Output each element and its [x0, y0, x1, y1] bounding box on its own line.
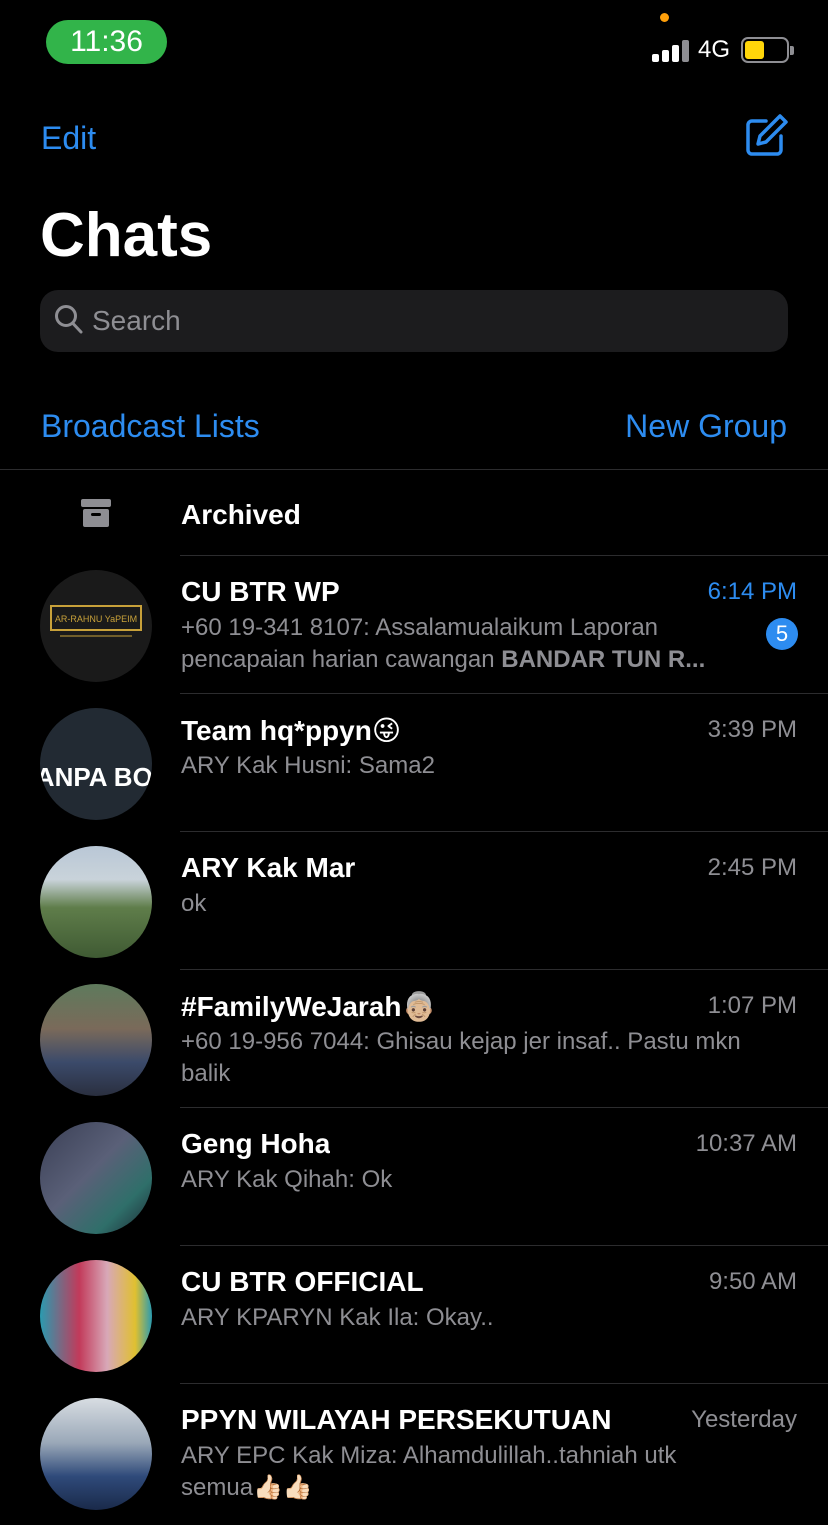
chat-time: 3:39 PM: [707, 716, 797, 743]
search-bar[interactable]: [40, 290, 788, 352]
avatar: [40, 1398, 152, 1510]
chat-preview: ARY Kak Husni: Sama2: [181, 752, 435, 779]
broadcast-lists-link[interactable]: Broadcast Lists: [41, 408, 260, 445]
chat-name: Geng Hoha: [181, 1128, 331, 1159]
compose-icon[interactable]: [742, 112, 790, 160]
page-title: Chats: [40, 201, 213, 270]
chat-name: CU BTR OFFICIAL: [181, 1266, 424, 1297]
chat-time: 6:14 PM: [707, 578, 797, 605]
chat-name: #FamilyWeJarah👵🏼: [181, 991, 437, 1022]
archived-row[interactable]: Archived: [0, 470, 828, 556]
avatar: [40, 846, 152, 958]
chat-name: ARY Kak Mar: [181, 852, 356, 883]
chat-time: Yesterday: [691, 1406, 797, 1433]
chat-name: Team hq*ppyn😜: [181, 715, 402, 746]
search-input[interactable]: [92, 290, 772, 352]
chat-preview: +60 19-956 7044: Ghisau kejap jer insaf.…: [181, 1028, 741, 1087]
chat-row[interactable]: Geng Hoha 10:37 AM ARY Kak Qihah: Ok: [0, 1108, 828, 1246]
status-time: 11:36: [46, 20, 167, 64]
edit-button[interactable]: Edit: [41, 120, 96, 157]
chat-preview: ARY Kak Qihah: Ok: [181, 1166, 393, 1193]
chat-preview: +60 19-341 8107: Assalamualaikum Laporan…: [181, 614, 706, 673]
avatar-logo-text: AR-RAHNU YaPEIM: [55, 614, 137, 624]
network-type: 4G: [698, 36, 731, 63]
chat-preview: ARY EPC Kak Miza: Alhamdulillah..tahniah…: [181, 1442, 677, 1501]
chat-row[interactable]: AR-RAHNU YaPEIM CU BTR WP 6:14 PM +60 19…: [0, 556, 828, 694]
chat-row[interactable]: PPYN WILAYAH PERSEKUTUAN Yesterday ARY E…: [0, 1384, 828, 1522]
chat-row[interactable]: TANPA BOS Team hq*ppyn😜 3:39 PM ARY Kak …: [0, 694, 828, 832]
archived-label: Archived: [181, 499, 301, 530]
chat-row[interactable]: CU BTR OFFICIAL 9:50 AM ARY KPARYN Kak I…: [0, 1246, 828, 1384]
search-icon: [55, 305, 83, 334]
signal-icon: [652, 40, 690, 62]
chat-time: 10:37 AM: [695, 1130, 797, 1157]
chat-time: 1:07 PM: [707, 992, 797, 1019]
chat-preview: ok: [181, 890, 207, 917]
chat-time: 2:45 PM: [707, 854, 797, 881]
avatar: TANPA BOS: [40, 708, 152, 820]
battery-icon: [741, 37, 794, 63]
chat-name: CU BTR WP: [181, 576, 340, 607]
new-group-link[interactable]: New Group: [625, 408, 787, 445]
chat-row[interactable]: ARY Kak Mar 2:45 PM ok: [0, 832, 828, 970]
chat-preview: ARY KPARYN Kak Ila: Okay..: [181, 1304, 494, 1331]
avatar: [40, 1122, 152, 1234]
avatar: [40, 1260, 152, 1372]
avatar-logo-text: TANPA BOS: [40, 762, 152, 792]
chat-name: PPYN WILAYAH PERSEKUTUAN: [181, 1404, 612, 1435]
chat-row[interactable]: #FamilyWeJarah👵🏼 1:07 PM +60 19-956 7044…: [0, 970, 828, 1108]
status-bar: 11:36 4G: [0, 0, 828, 90]
avatar: AR-RAHNU YaPEIM: [40, 570, 152, 682]
avatar: [40, 984, 152, 1096]
unread-badge: 5: [766, 618, 798, 650]
privacy-indicator-icon: [660, 13, 669, 22]
chat-time: 9:50 AM: [708, 1268, 797, 1295]
archive-icon: [81, 499, 111, 527]
